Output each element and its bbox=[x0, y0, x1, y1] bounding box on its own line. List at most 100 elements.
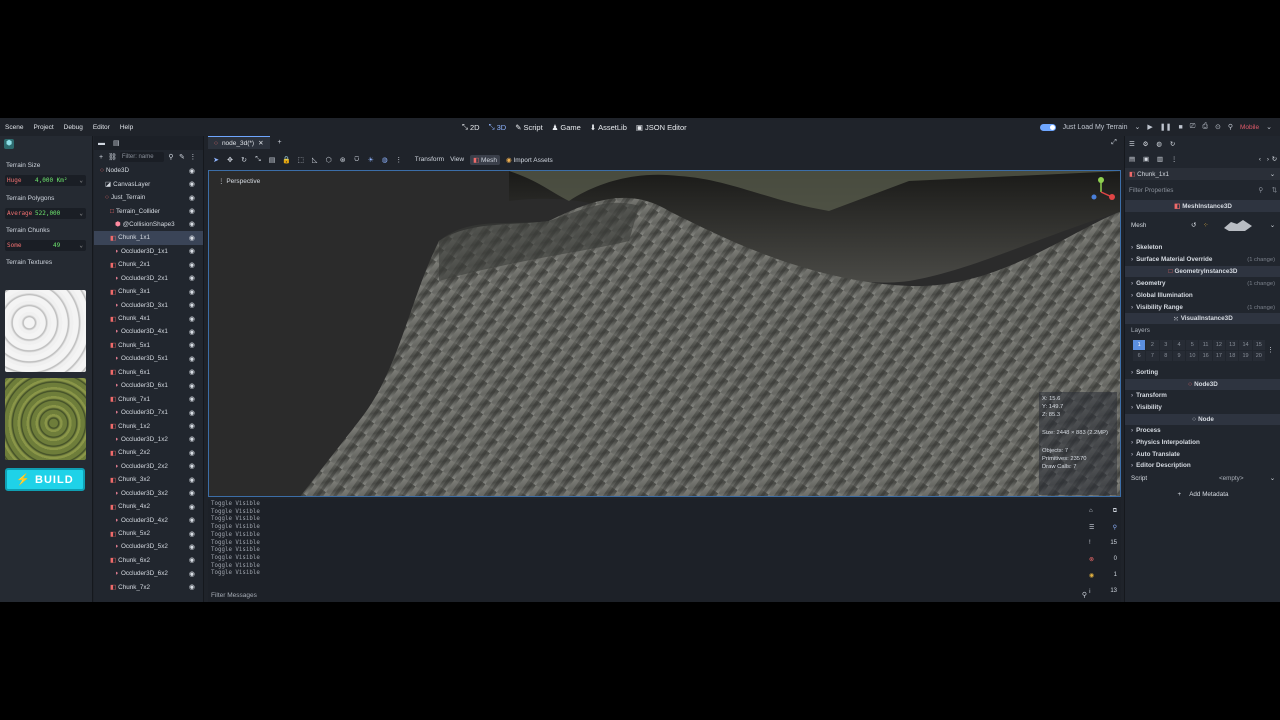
visibility-eye-icon[interactable]: ◉ bbox=[189, 476, 195, 484]
inspector-tab-icon[interactable]: ⚙ bbox=[1143, 141, 1149, 148]
section-surface-material[interactable]: Surface Material Override (1 change) bbox=[1125, 254, 1280, 265]
menu-debug[interactable]: Debug bbox=[59, 124, 88, 131]
view-gizmo[interactable] bbox=[1084, 175, 1118, 209]
attach-script-icon[interactable]: ✎ bbox=[178, 153, 186, 161]
tree-node[interactable]: □ Terrain_Collider ◉ bbox=[94, 204, 203, 217]
tree-node[interactable]: ○ Node3D ◉ bbox=[94, 164, 203, 177]
layer-toggle[interactable]: 3 bbox=[1159, 340, 1172, 350]
tree-node[interactable]: ◧ Chunk_7x1 ◉ bbox=[94, 392, 203, 405]
new-resource-icon[interactable]: ▤ bbox=[1129, 156, 1135, 163]
selectable-icon[interactable]: ▤ bbox=[268, 156, 276, 164]
more-icon[interactable]: ⋮ bbox=[1171, 156, 1177, 163]
play-scene-icon[interactable]: ⎚ bbox=[1190, 123, 1196, 131]
tree-node[interactable]: ◗ Occluder3D_6x2 ◉ bbox=[94, 567, 203, 580]
perspective-menu[interactable]: ⋮ Perspective bbox=[218, 177, 260, 185]
tree-node[interactable]: ◧ Chunk_3x1 ◉ bbox=[94, 285, 203, 298]
tree-node[interactable]: ◗ Occluder3D_1x1 ◉ bbox=[94, 245, 203, 258]
layer-toggle[interactable]: 9 bbox=[1172, 351, 1186, 361]
add-scene-tab-icon[interactable]: + bbox=[276, 139, 284, 146]
copy-icon[interactable]: ⧉ bbox=[1113, 508, 1117, 515]
layer-toggle[interactable]: 17 bbox=[1212, 351, 1226, 361]
rotate-tool-icon[interactable]: ↻ bbox=[240, 156, 248, 164]
tree-node[interactable]: ◧ Chunk_1x1 ◉ bbox=[94, 231, 203, 245]
errors-filter[interactable]: ⊗ 0 bbox=[1089, 551, 1117, 567]
tree-node[interactable]: ◗ Occluder3D_7x1 ◉ bbox=[94, 406, 203, 419]
tree-node[interactable]: ◧ Chunk_4x1 ◉ bbox=[94, 312, 203, 325]
layer-toggle[interactable]: 7 bbox=[1146, 351, 1159, 361]
section-auto-translate[interactable]: Auto Translate bbox=[1125, 449, 1280, 460]
build-button[interactable]: ⚡ BUILD bbox=[5, 468, 85, 491]
filter-messages-input[interactable]: Filter Messages bbox=[211, 592, 257, 599]
search-icon[interactable]: ⚲ bbox=[167, 153, 175, 161]
scale-tool-icon[interactable]: ⤡ bbox=[254, 156, 262, 164]
visibility-eye-icon[interactable]: ◉ bbox=[189, 449, 195, 457]
tab-json-editor[interactable]: ▣ JSON Editor bbox=[636, 123, 687, 132]
section-sorting[interactable]: Sorting bbox=[1125, 367, 1280, 378]
local-space-icon[interactable]: ⬡ bbox=[325, 156, 333, 164]
plugin-icon[interactable]: ⬢ bbox=[4, 139, 14, 149]
visibility-eye-icon[interactable]: ◉ bbox=[189, 583, 195, 591]
tree-node[interactable]: ◧ Chunk_1x2 ◉ bbox=[94, 419, 203, 432]
script-value[interactable]: <empty> bbox=[1219, 475, 1244, 482]
link-icon[interactable]: ⛓ bbox=[108, 153, 117, 161]
layer-toggle[interactable]: 20 bbox=[1252, 351, 1265, 361]
visibility-eye-icon[interactable]: ◉ bbox=[189, 355, 195, 363]
tree-node[interactable]: ◧ Chunk_2x2 ◉ bbox=[94, 446, 203, 459]
visibility-eye-icon[interactable]: ◉ bbox=[189, 395, 195, 403]
tree-node[interactable]: ○ Just_Terrain ◉ bbox=[94, 191, 203, 204]
import-assets-button[interactable]: ◉ Import Assets bbox=[506, 156, 553, 164]
section-physics-interpolation[interactable]: Physics Interpolation bbox=[1125, 437, 1280, 448]
more-icon[interactable]: ⋮ bbox=[189, 153, 197, 161]
tree-node[interactable]: ◧ Chunk_7x2 ◉ bbox=[94, 581, 203, 594]
node-tab-icon[interactable]: ◍ bbox=[1156, 141, 1162, 148]
layer-toggle[interactable]: 11 bbox=[1199, 340, 1212, 350]
layer-toggle[interactable]: 2 bbox=[1146, 340, 1159, 350]
run-toggle[interactable] bbox=[1039, 123, 1056, 131]
tab-assetlib[interactable]: ⬇ AssetLib bbox=[590, 123, 627, 132]
reload-icon[interactable]: ↺ bbox=[1191, 222, 1196, 229]
tab-script[interactable]: ✎ Script bbox=[515, 123, 542, 132]
mesh-edit-icon[interactable]: ⁘ bbox=[1203, 222, 1208, 229]
visibility-eye-icon[interactable]: ◉ bbox=[189, 422, 195, 430]
visibility-eye-icon[interactable]: ◉ bbox=[189, 194, 195, 202]
load-resource-icon[interactable]: ▣ bbox=[1143, 156, 1149, 163]
tree-node[interactable]: ◪ CanvasLayer ◉ bbox=[94, 177, 203, 190]
inspector-node-path[interactable]: ◧ Chunk_1x1 ⌄ bbox=[1125, 168, 1280, 180]
move-tool-icon[interactable]: ✥ bbox=[226, 156, 234, 164]
menu-project[interactable]: Project bbox=[28, 124, 58, 131]
tree-node[interactable]: ◗ Occluder3D_3x2 ◉ bbox=[94, 487, 203, 500]
tree-node[interactable]: ◧ Chunk_3x2 ◉ bbox=[94, 473, 203, 486]
play-icon[interactable]: ▶ bbox=[1147, 123, 1152, 131]
sun-icon[interactable]: ☀ bbox=[367, 156, 375, 164]
view-menu[interactable]: View bbox=[450, 156, 464, 163]
tree-node[interactable]: ◧ Chunk_4x2 ◉ bbox=[94, 500, 203, 513]
visibility-eye-icon[interactable]: ◉ bbox=[189, 207, 195, 215]
visibility-eye-icon[interactable]: ◉ bbox=[189, 462, 195, 470]
history-icon[interactable]: ↻ bbox=[1272, 156, 1277, 163]
menu-editor[interactable]: Editor bbox=[88, 124, 115, 131]
menu-scene[interactable]: Scene bbox=[0, 124, 28, 131]
section-visibility[interactable]: Visibility bbox=[1125, 402, 1280, 413]
lock-icon[interactable]: ⌂ bbox=[1089, 508, 1093, 514]
ruler-icon[interactable]: ◺ bbox=[311, 156, 319, 164]
visibility-eye-icon[interactable]: ◉ bbox=[189, 530, 195, 538]
section-editor-description[interactable]: Editor Description bbox=[1125, 460, 1280, 471]
chevron-down-icon[interactable]: ⌄ bbox=[1270, 475, 1275, 482]
visibility-eye-icon[interactable]: ◉ bbox=[189, 328, 195, 336]
tree-node[interactable]: ◗ Occluder3D_4x2 ◉ bbox=[94, 513, 203, 526]
visibility-eye-icon[interactable]: ◉ bbox=[189, 382, 195, 390]
visibility-eye-icon[interactable]: ◉ bbox=[189, 261, 195, 269]
search-icon[interactable]: ⚲ bbox=[1113, 524, 1117, 531]
section-visibility-range[interactable]: Visibility Range (1 change) bbox=[1125, 302, 1280, 313]
tree-node[interactable]: ◧ Chunk_2x1 ◉ bbox=[94, 258, 203, 271]
layer-toggle[interactable]: 1 bbox=[1133, 340, 1146, 350]
tree-node[interactable]: ◧ Chunk_5x2 ◉ bbox=[94, 527, 203, 540]
terrain-color-texture[interactable] bbox=[5, 378, 86, 460]
stop-icon[interactable]: ■ bbox=[1179, 124, 1183, 131]
terrain-chunks-select[interactable]: Some 49 ⌄ bbox=[5, 240, 86, 251]
group-icon[interactable]: ⬚ bbox=[297, 156, 305, 164]
history-tab-icon[interactable]: ↻ bbox=[1170, 141, 1175, 148]
snap-icon[interactable]: ⊛ bbox=[339, 156, 347, 164]
visibility-eye-icon[interactable]: ◉ bbox=[189, 503, 195, 511]
add-metadata-button[interactable]: + Add Metadata bbox=[1125, 488, 1280, 500]
